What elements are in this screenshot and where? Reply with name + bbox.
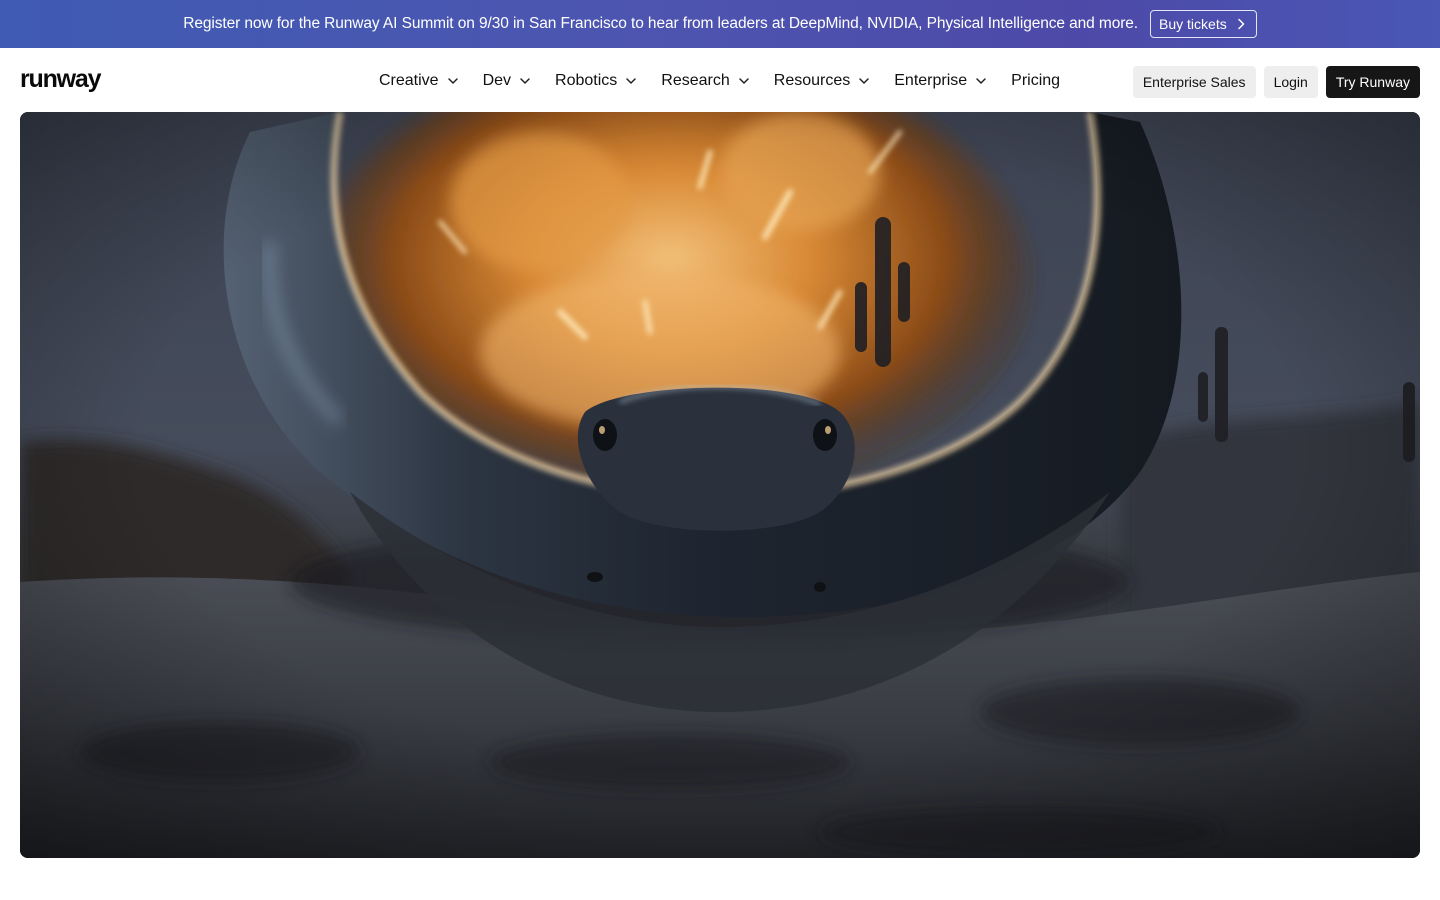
- buy-tickets-label: Buy tickets: [1159, 16, 1227, 32]
- nav-item-label: Creative: [379, 72, 439, 89]
- nav-item-research[interactable]: Research: [661, 72, 749, 90]
- nav-item-robotics[interactable]: Robotics: [555, 72, 637, 90]
- chevron-down-icon: [739, 78, 749, 84]
- banner-text: Register now for the Runway AI Summit on…: [183, 15, 1139, 32]
- login-button[interactable]: Login: [1263, 66, 1318, 98]
- nav-item-dev[interactable]: Dev: [483, 72, 530, 90]
- main-nav: runway Creative Dev Robotics Research Re…: [0, 48, 1440, 112]
- buy-tickets-button[interactable]: Buy tickets: [1150, 10, 1257, 38]
- chevron-down-icon: [520, 78, 530, 84]
- chevron-right-icon: [1237, 18, 1245, 30]
- nav-actions: Enterprise Sales Login Try Runway: [1132, 66, 1420, 98]
- hero-illustration: [20, 112, 1420, 858]
- try-runway-button[interactable]: Try Runway: [1325, 66, 1420, 98]
- nav-item-label: Resources: [773, 72, 851, 89]
- nav-item-label: Research: [661, 72, 730, 89]
- nav-item-label: Pricing: [1011, 72, 1061, 89]
- hero-video[interactable]: [20, 112, 1420, 858]
- chevron-down-icon: [447, 78, 458, 84]
- runway-logo[interactable]: runway: [20, 64, 102, 94]
- nav-item-label: Robotics: [555, 72, 618, 89]
- nav-item-pricing[interactable]: Pricing: [1011, 72, 1060, 90]
- enterprise-sales-button[interactable]: Enterprise Sales: [1132, 66, 1256, 98]
- announcement-banner: Register now for the Runway AI Summit on…: [0, 0, 1440, 48]
- nav-links: Creative Dev Robotics Research Resources…: [379, 68, 1085, 94]
- chevron-down-icon: [859, 78, 869, 84]
- nav-item-label: Dev: [482, 72, 512, 89]
- chevron-down-icon: [626, 78, 637, 84]
- nav-item-label: Enterprise: [894, 72, 968, 89]
- nav-item-creative[interactable]: Creative: [379, 72, 458, 90]
- nav-item-enterprise[interactable]: Enterprise: [894, 72, 986, 90]
- chevron-down-icon: [976, 78, 986, 84]
- nav-item-resources[interactable]: Resources: [774, 72, 869, 90]
